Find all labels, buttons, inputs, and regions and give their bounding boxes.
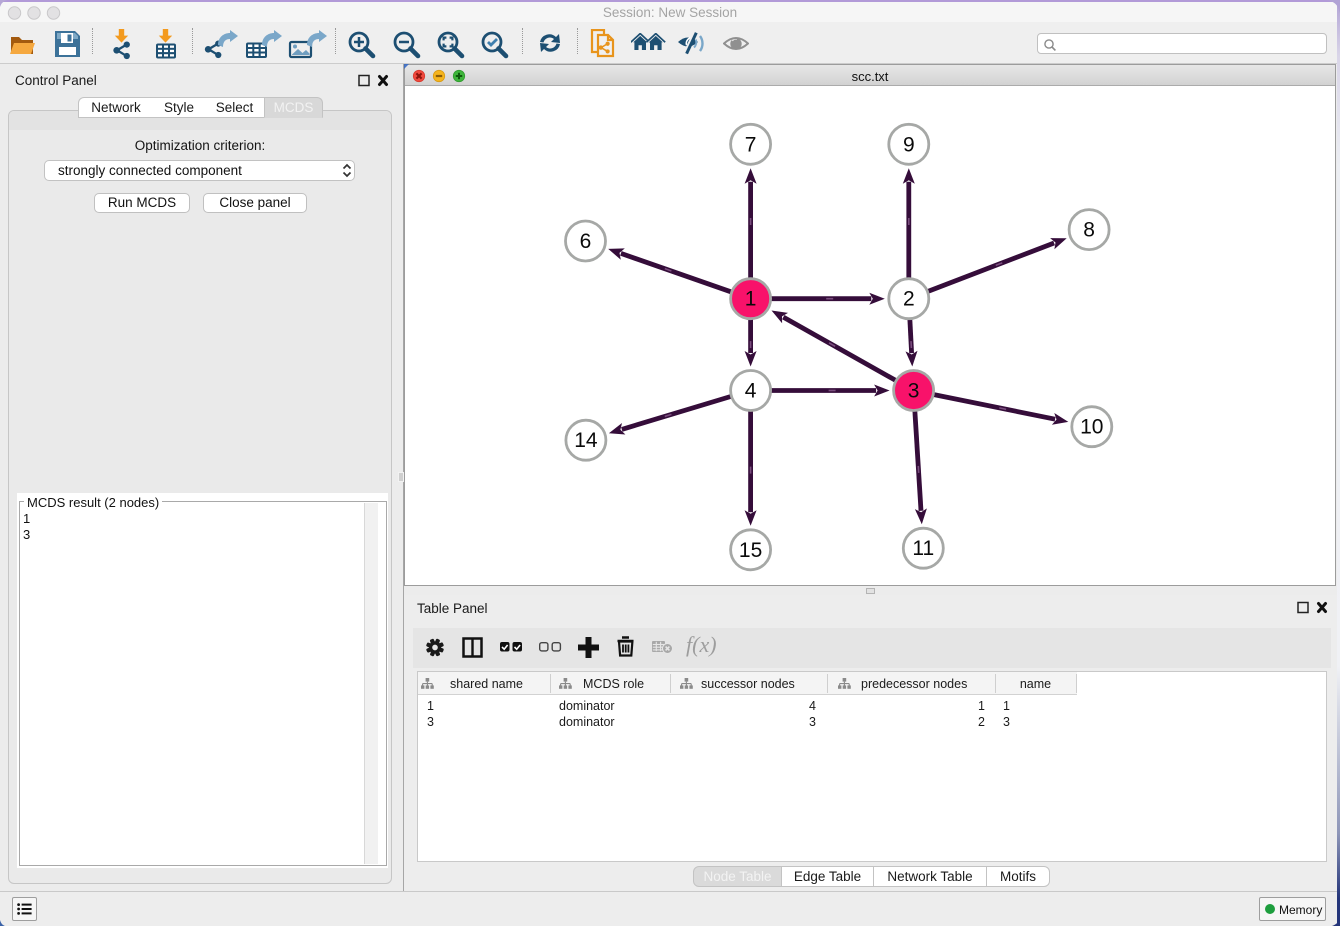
svg-text:3: 3 xyxy=(908,380,920,403)
svg-text:4: 4 xyxy=(745,380,757,403)
svg-text:1: 1 xyxy=(745,288,757,311)
svg-text:6: 6 xyxy=(580,230,592,253)
svg-text:7: 7 xyxy=(745,133,757,156)
svg-text:11: 11 xyxy=(912,537,934,560)
svg-text:2: 2 xyxy=(903,288,915,311)
svg-text:9: 9 xyxy=(903,133,915,156)
svg-text:15: 15 xyxy=(739,539,762,562)
svg-text:14: 14 xyxy=(574,429,598,452)
svg-text:8: 8 xyxy=(1083,219,1095,242)
svg-text:10: 10 xyxy=(1080,416,1103,439)
